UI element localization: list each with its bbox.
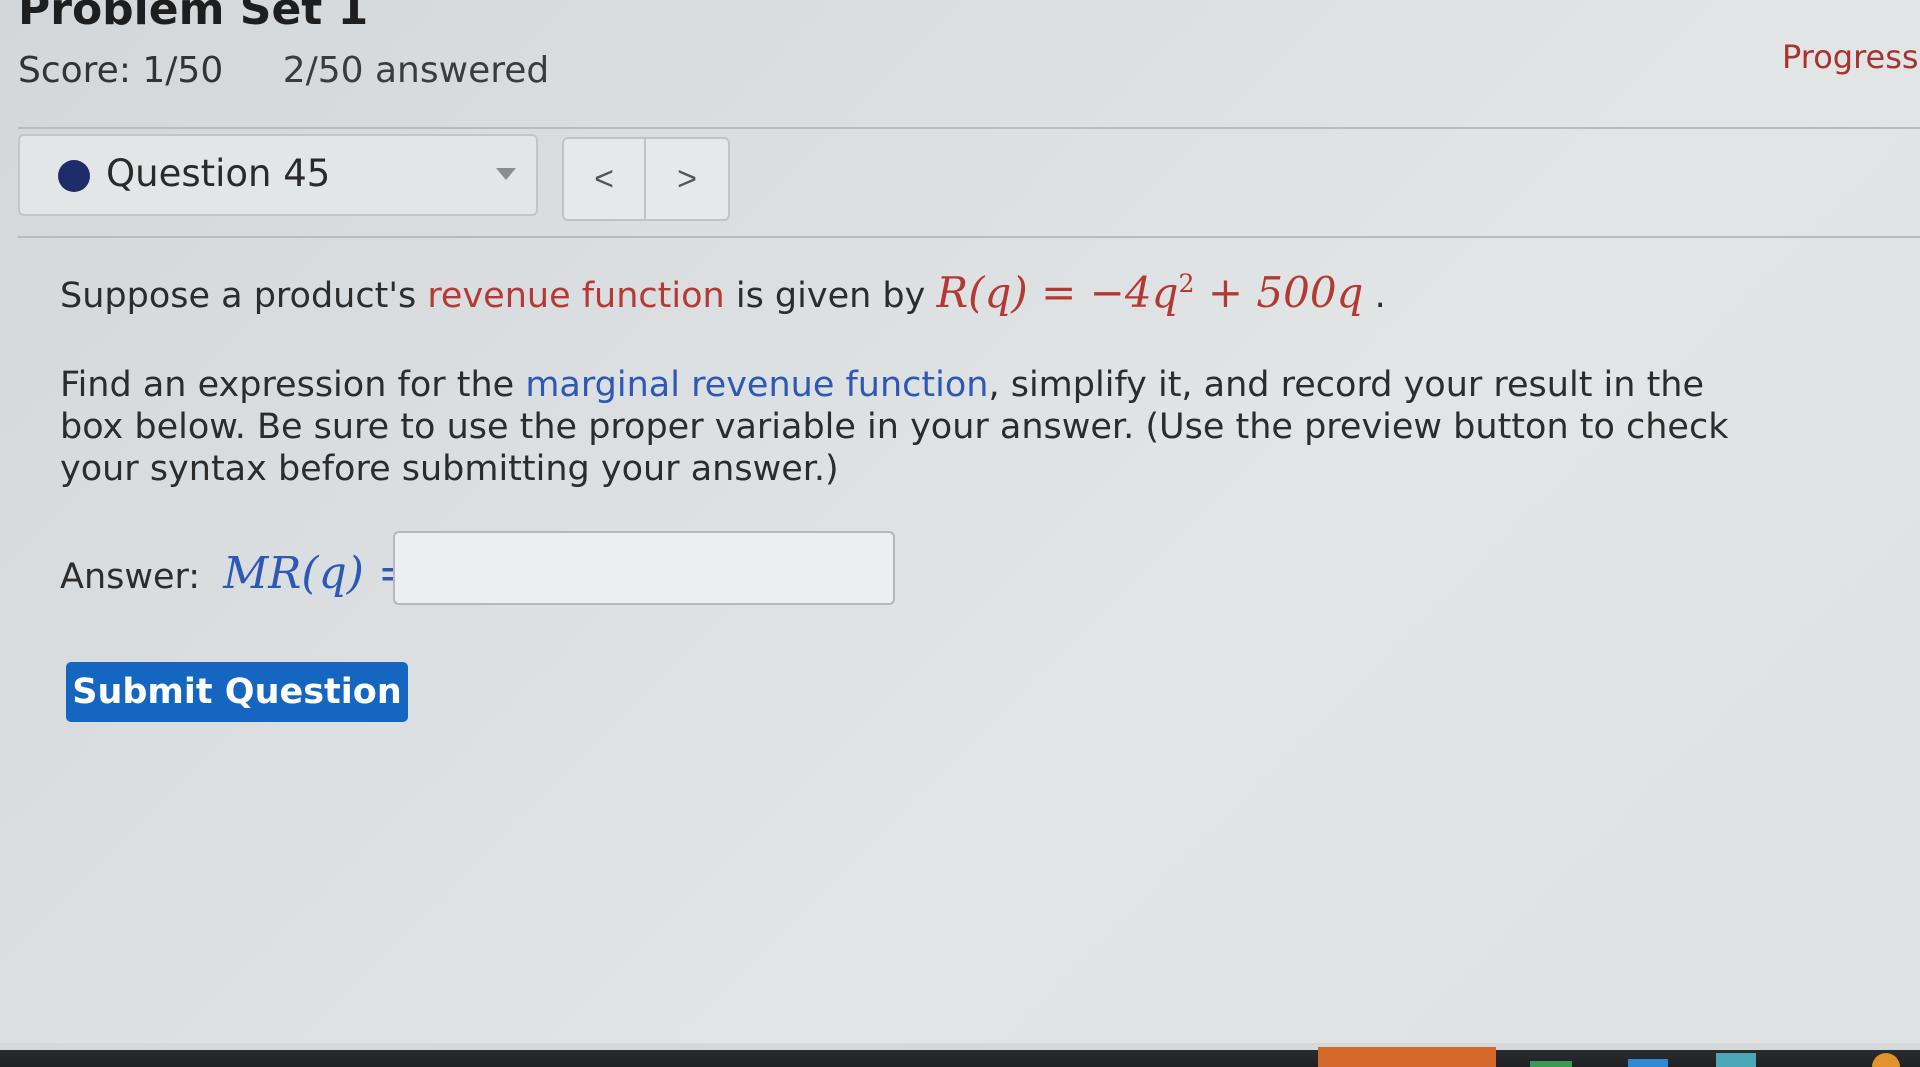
answer-label-text: Answer:	[60, 557, 201, 597]
formula-exponent: 2	[1178, 269, 1195, 298]
taskbar-app-icon[interactable]	[1872, 1053, 1900, 1067]
marginal-revenue-link[interactable]: marginal revenue function	[525, 365, 988, 405]
taskbar-app-icon[interactable]	[1628, 1059, 1668, 1067]
question-status-dot-icon	[58, 160, 90, 192]
taskbar-app-icon[interactable]	[1530, 1061, 1572, 1067]
question-text-intro: Suppose a product's revenue function is …	[60, 271, 1386, 317]
question-text-part: Suppose a product's	[60, 276, 428, 316]
answered-count: 2/50 answered	[282, 50, 550, 91]
score-text: Score: 1/50	[18, 50, 224, 91]
chevron-down-icon	[496, 168, 516, 180]
formula-lhs: R(q) = −4q	[936, 268, 1179, 317]
page-title: Problem Set 1	[18, 0, 369, 35]
taskbar	[0, 1043, 1920, 1067]
question-select[interactable]: Question 45	[18, 134, 538, 216]
revenue-function-link[interactable]: revenue function	[427, 276, 724, 316]
chevron-left-icon: <	[594, 159, 614, 198]
revenue-formula: R(q) = −4q2 + 500q	[936, 268, 1363, 317]
divider-bottom	[18, 236, 1920, 238]
divider-top	[18, 127, 1920, 129]
submit-question-button[interactable]: Submit Question	[66, 662, 408, 722]
answer-expression: MR(q) =	[223, 548, 415, 599]
chevron-right-icon: >	[677, 159, 697, 198]
taskbar-app-icon[interactable]	[1318, 1047, 1496, 1067]
question-select-label: Question 45	[106, 152, 331, 195]
answer-input[interactable]	[393, 531, 895, 605]
next-question-button[interactable]: >	[646, 137, 730, 221]
question-text-part: .	[1363, 276, 1386, 316]
question-text-part: Find an expression for the	[60, 365, 526, 405]
question-text-part: is given by	[724, 276, 937, 316]
formula-rhs: + 500q	[1194, 268, 1364, 317]
answer-label: Answer: MR(q) =	[60, 548, 415, 599]
score-summary: Score: 1/50 2/50 answered	[18, 50, 549, 91]
question-instructions: Find an expression for the marginal reve…	[60, 364, 1760, 490]
previous-question-button[interactable]: <	[562, 137, 646, 221]
taskbar-app-icon[interactable]	[1716, 1053, 1756, 1067]
progress-status: Progress saved	[1782, 38, 1920, 76]
